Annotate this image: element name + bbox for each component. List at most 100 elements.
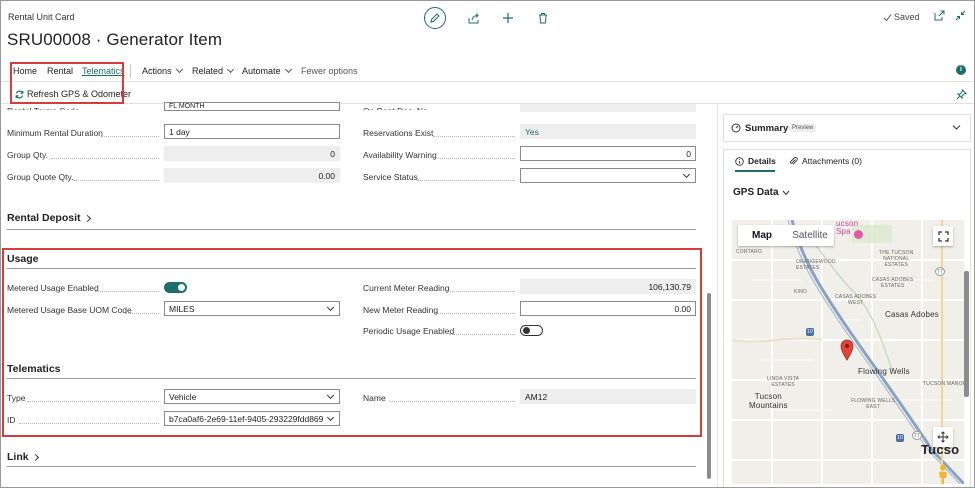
min-duration-label: Minimum Rental Duration	[7, 128, 103, 138]
label-leader	[51, 158, 159, 159]
rental-terms-field[interactable]: FL MONTH	[164, 102, 340, 111]
usage-title: Usage	[7, 253, 39, 265]
factbox-scrollbar-thumb[interactable]	[964, 271, 969, 397]
action-fewer-options[interactable]: Fewer options	[301, 66, 358, 76]
map-type-control: Map Satellite	[738, 225, 834, 246]
related-label: Related	[192, 66, 224, 76]
tab-details-label: Details	[748, 156, 776, 166]
chevron-down-icon	[682, 170, 691, 179]
min-duration-field[interactable]: 1 day	[164, 124, 340, 139]
summary-title: Summary	[745, 123, 789, 134]
chevron-right-icon	[31, 453, 39, 461]
map-label-kino: KINO	[794, 289, 808, 295]
map-tab-satellite[interactable]: Satellite	[786, 225, 834, 246]
action-actions-menu[interactable]: Actions	[142, 65, 183, 76]
action-automate-menu[interactable]: Automate	[242, 65, 292, 76]
route-77-shield: 77	[935, 267, 945, 276]
page-title: SRU00008 · Generator Item	[7, 30, 223, 49]
label-leader	[73, 180, 159, 181]
chevron-down-icon[interactable]	[952, 124, 961, 131]
highlight-action-tabs	[10, 62, 124, 104]
chevron-down-icon	[175, 65, 183, 74]
interstate-10-shield: 10	[896, 434, 904, 442]
section-divider	[7, 378, 696, 379]
group-qty-field: 0	[164, 146, 340, 161]
section-divider	[7, 466, 696, 467]
checkmark-icon	[883, 13, 892, 21]
uom-code-label: Metered Usage Base UOM Code	[7, 305, 132, 315]
map-tab-map[interactable]: Map	[738, 225, 786, 246]
highlight-usage-telematics	[2, 248, 702, 437]
factbox-divider	[717, 104, 718, 487]
group-quote-qty-label: Group Quote Qty.	[7, 172, 74, 182]
tab-attachments[interactable]: Attachments (0)	[789, 156, 862, 166]
pin-icon[interactable]	[956, 89, 967, 100]
telematics-type-value: Vehicle	[169, 392, 197, 402]
uom-code-select[interactable]: MILES	[164, 301, 340, 316]
toolbar-divider	[1, 103, 974, 104]
tab-attachments-label: Attachments (0)	[802, 156, 862, 166]
chevron-down-icon	[782, 190, 789, 195]
tab-details[interactable]: Details	[735, 156, 776, 166]
telematics-name-label: Name	[363, 393, 386, 403]
location-pin-icon[interactable]	[840, 339, 854, 361]
group-quote-qty-field: 0.00	[164, 168, 340, 183]
pegman-icon[interactable]	[937, 464, 949, 484]
service-status-select[interactable]	[520, 168, 696, 183]
telematics-id-value: b7ca0af6-2e69-11ef-9405-293229fdd869	[169, 414, 324, 424]
link-section-header[interactable]: Link	[7, 451, 39, 463]
delete-button[interactable]	[535, 10, 551, 26]
preview-badge: Preview	[789, 124, 817, 132]
action-divider	[130, 64, 131, 78]
reservations-exist-label: Reservations Exist	[363, 128, 434, 138]
availability-warning-label: Availability Warning	[363, 150, 437, 160]
new-button[interactable]	[500, 10, 516, 26]
paperclip-icon	[789, 156, 798, 165]
chevron-down-icon	[284, 65, 292, 74]
open-new-window-icon[interactable]	[934, 10, 945, 21]
map-label-flowing-wells-east: FLOWING WELLS EAST	[851, 398, 896, 410]
top-toolbar	[424, 7, 551, 29]
link-title: Link	[7, 451, 29, 463]
action-related-menu[interactable]: Related	[192, 65, 235, 76]
chevron-right-icon	[83, 214, 91, 222]
new-meter-field[interactable]: 0.00	[520, 301, 696, 316]
action-bar-divider	[1, 81, 974, 82]
telematics-id-select[interactable]: b7ca0af6-2e69-11ef-9405-293229fdd869	[164, 411, 340, 426]
window-controls	[934, 10, 966, 21]
rental-deposit-section-header[interactable]: Rental Deposit	[7, 212, 91, 224]
telematics-title: Telematics	[7, 363, 61, 375]
metered-usage-toggle[interactable]	[164, 282, 187, 293]
chevron-down-icon	[226, 65, 235, 74]
rental-deposit-title: Rental Deposit	[7, 212, 81, 224]
collapse-icon[interactable]	[955, 10, 966, 21]
map-label-linda-vista: LINDA VISTA ESTATES	[767, 376, 800, 388]
gps-data-header[interactable]: GPS Data	[733, 187, 790, 198]
map-label-orangewood: ORANGEWOOD ESTATES	[796, 259, 836, 271]
telematics-type-select[interactable]: Vehicle	[164, 389, 340, 404]
info-icon	[735, 156, 744, 166]
trash-icon	[539, 13, 547, 24]
saved-status: Saved	[883, 12, 920, 22]
label-leader	[95, 291, 159, 292]
map-label-tucson-mountains: Tucson Mountains	[749, 392, 788, 410]
periodic-usage-toggle[interactable]	[520, 325, 543, 336]
map-label-cortaro: CORTARO	[736, 249, 762, 255]
current-meter-field: 106,130.79	[520, 279, 696, 294]
map-label-spa: ucson Spa	[836, 219, 859, 236]
info-icon[interactable]: i	[956, 65, 966, 75]
page-caption: Rental Unit Card	[8, 12, 75, 22]
label-leader	[438, 158, 515, 159]
edit-button[interactable]	[424, 7, 446, 29]
label-leader	[101, 136, 159, 137]
fullscreen-button[interactable]	[933, 226, 953, 246]
form-scrollbar-thumb[interactable]	[707, 293, 711, 479]
route-77-shield: 77	[912, 431, 922, 440]
usage-section-header[interactable]: Usage	[7, 253, 39, 265]
label-leader	[449, 334, 515, 335]
availability-warning-field[interactable]: 0	[520, 146, 696, 161]
label-leader	[437, 313, 515, 314]
telematics-section-header[interactable]: Telematics	[7, 363, 61, 375]
map-pan-control[interactable]	[933, 427, 953, 447]
share-button[interactable]	[465, 10, 481, 26]
